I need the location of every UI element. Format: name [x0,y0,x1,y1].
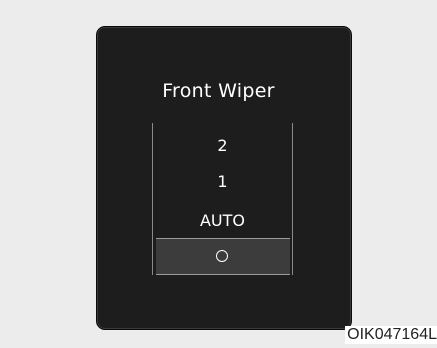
off-circle-icon [216,250,228,262]
figure-frame: Front Wiper 2 1 AUTO OIK047164L [0,0,437,348]
wiper-option-auto[interactable]: AUTO [153,211,292,230]
display-title: Front Wiper [162,80,275,102]
right-bracket-line [292,123,293,275]
image-code: OIK047164L [345,326,437,344]
wiper-option-2[interactable]: 2 [153,136,292,155]
wiper-option-1[interactable]: 1 [153,172,292,191]
wiper-option-off-selected[interactable] [156,238,290,275]
